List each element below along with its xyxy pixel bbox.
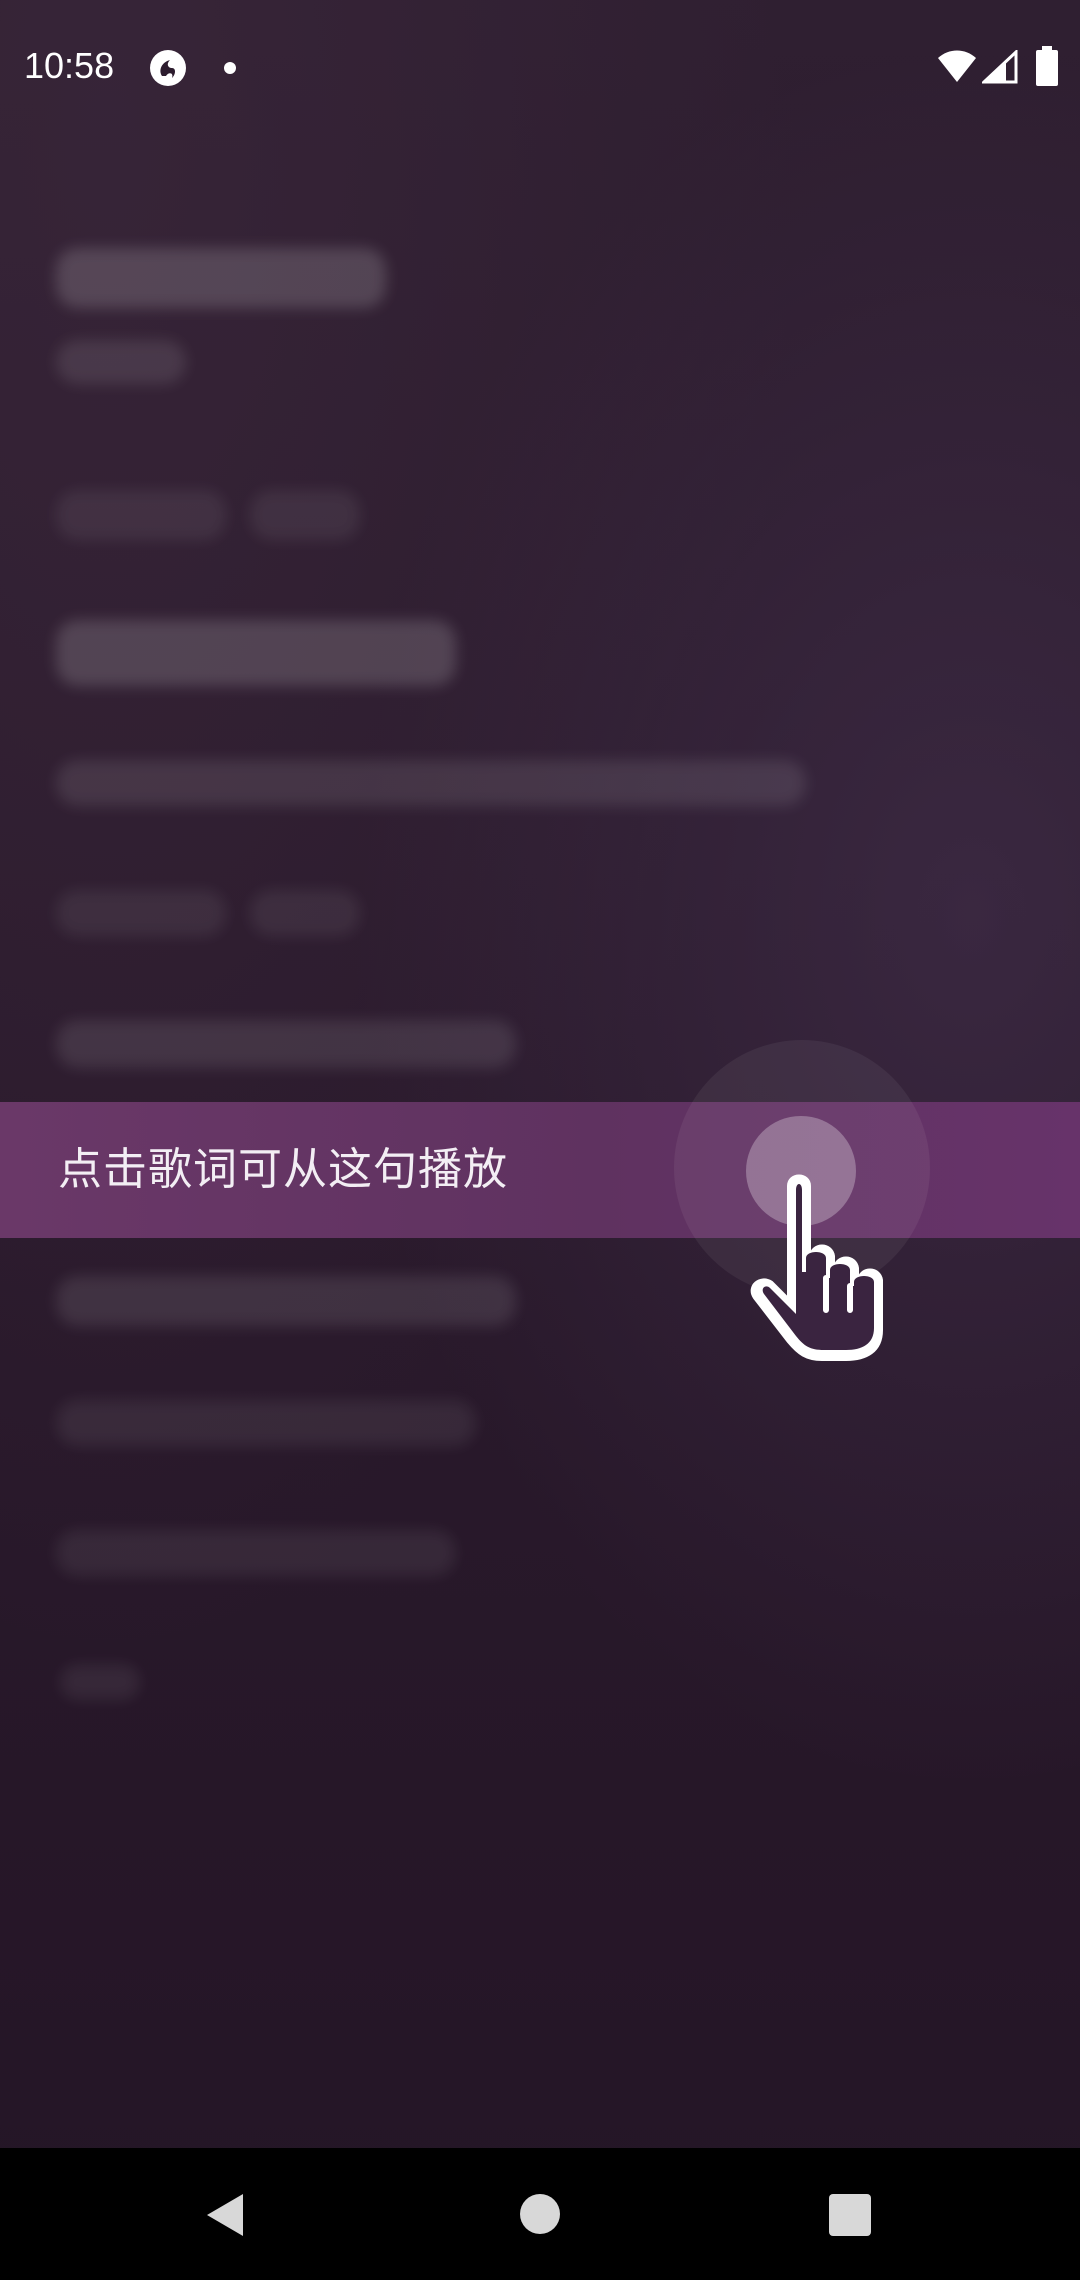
signal-icon — [982, 50, 1018, 84]
battery-icon — [1036, 46, 1058, 86]
blurred-lyric-line — [56, 1530, 456, 1576]
status-time: 10:58 — [24, 45, 115, 86]
wifi-icon — [938, 50, 976, 82]
back-icon[interactable] — [205, 2192, 245, 2238]
lyric-hint-text: 点击歌词可从这句播放 — [58, 1144, 508, 1195]
blurred-lyric-line — [60, 1664, 140, 1700]
lyrics-screen: 10:58 点击歌词可从这句播放 — [0, 0, 1080, 2280]
blurred-tag — [56, 490, 226, 540]
blurred-lyric-line — [56, 1400, 476, 1446]
app-notification-icon — [150, 50, 186, 86]
recents-icon[interactable] — [829, 2194, 871, 2236]
blurred-lyric-line — [56, 1276, 516, 1326]
blurred-lyric-line — [250, 890, 360, 936]
blurred-lyric-line — [56, 620, 456, 686]
blurred-artist — [56, 340, 186, 384]
blurred-song-title — [56, 248, 386, 308]
blurred-lyric-line — [56, 1020, 516, 1068]
home-icon[interactable] — [520, 2194, 560, 2234]
blurred-lyric-line — [56, 890, 226, 936]
status-bar: 10:58 — [0, 0, 1080, 136]
blurred-lyric-line — [56, 760, 806, 806]
notification-dot-icon — [224, 62, 236, 74]
blurred-tag — [250, 490, 360, 540]
tap-hand-icon — [750, 1174, 883, 1361]
